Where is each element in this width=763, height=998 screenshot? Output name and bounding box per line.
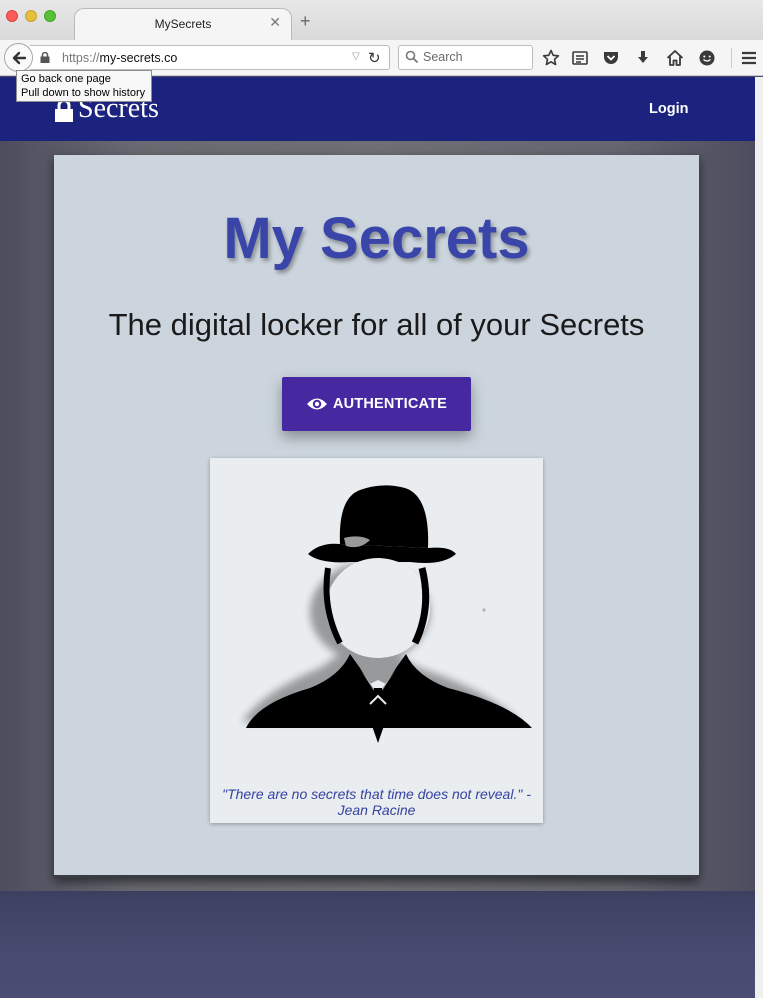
chat-smile-icon[interactable] (698, 49, 716, 67)
authenticate-button[interactable]: AUTHENTICATE (282, 377, 471, 431)
page-footer (0, 891, 755, 998)
url-bar[interactable]: https://my-secrets.co ▽ ↻ (30, 45, 390, 70)
bookmark-star-icon[interactable] (542, 49, 560, 67)
back-button-tooltip: Go back one page Pull down to show histo… (16, 70, 152, 102)
tab-title: MySecrets (154, 17, 212, 31)
url-scheme: https:// (62, 51, 100, 65)
hero-card: My Secrets The digital locker for all of… (54, 155, 699, 878)
window-maximize-button[interactable] (44, 10, 56, 22)
tooltip-line: Pull down to show history (21, 87, 146, 99)
authenticate-button-label: AUTHENTICATE (332, 396, 448, 412)
home-icon[interactable] (666, 49, 684, 67)
new-tab-icon[interactable]: + (300, 11, 311, 32)
quote-card: "There are no secrets that time does not… (210, 458, 543, 823)
browser-tab[interactable]: MySecrets ✕ (74, 8, 292, 40)
window-close-button[interactable] (6, 10, 18, 22)
page-subtitle: The digital locker for all of your Secre… (108, 307, 645, 342)
hamburger-menu-icon[interactable] (740, 49, 758, 67)
faceless-man-illustration (242, 485, 532, 743)
reading-list-icon[interactable] (571, 49, 589, 67)
eye-icon (306, 398, 327, 410)
page-title: My Secrets (223, 206, 530, 271)
back-arrow-icon (12, 51, 26, 64)
pocket-icon[interactable] (602, 49, 620, 67)
url-dropdown-icon[interactable]: ▽ (352, 51, 360, 62)
tab-close-icon[interactable]: ✕ (269, 14, 281, 31)
search-icon (405, 50, 419, 64)
browser-titlebar: MySecrets ✕ + (0, 0, 763, 40)
window-minimize-button[interactable] (25, 10, 37, 22)
lock-icon (55, 99, 73, 122)
download-icon[interactable] (634, 49, 652, 67)
back-button[interactable] (4, 43, 33, 72)
search-input[interactable] (423, 50, 528, 64)
login-link[interactable]: Login (649, 101, 688, 117)
url-text[interactable]: https://my-secrets.co (62, 51, 177, 65)
tooltip-line: Go back one page (21, 73, 111, 85)
reload-icon[interactable]: ↻ (368, 49, 381, 67)
search-bar[interactable] (398, 45, 533, 70)
toolbar-separator (731, 48, 732, 68)
lock-icon (40, 52, 50, 63)
url-host: my-secrets.co (99, 51, 178, 65)
scrollbar[interactable] (755, 77, 763, 998)
quote-text: "There are no secrets that time does not… (222, 786, 531, 818)
